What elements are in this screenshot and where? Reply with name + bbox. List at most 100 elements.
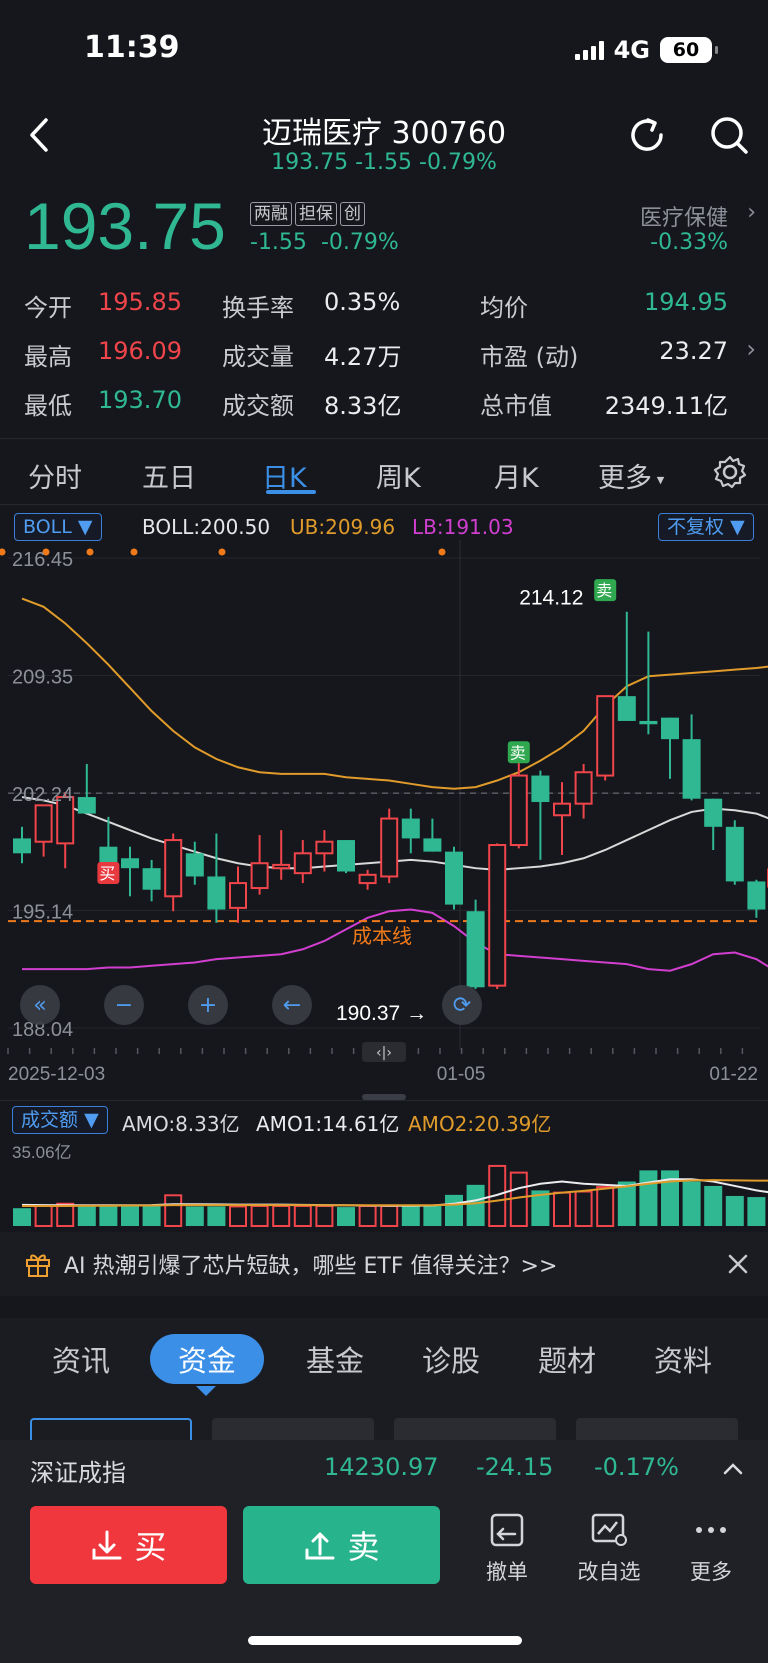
tab-weekly-k[interactable]: 周K xyxy=(376,456,421,495)
status-time: 11:39 xyxy=(84,30,180,65)
info-tabs: 资讯 资金 基金 诊股 题材 资料 xyxy=(0,1318,768,1408)
volume-bar xyxy=(293,1204,312,1227)
divider xyxy=(0,1100,768,1101)
tab-monthly-k[interactable]: 月K xyxy=(494,456,539,495)
x-tick-label: 01-22 xyxy=(709,1064,758,1085)
volume-bar xyxy=(77,1204,96,1226)
tab-news[interactable]: 资讯 xyxy=(52,1338,110,1380)
candle-body xyxy=(185,853,204,877)
settings-gear-icon[interactable] xyxy=(712,454,748,490)
y-tick-label: 195.14 xyxy=(12,902,73,924)
boll-lb-value: LB:191.03 xyxy=(412,515,514,539)
chevron-up-icon[interactable] xyxy=(720,1456,746,1482)
period-tabs: 分时 五日 日K 周K 月K 更多 ▾ xyxy=(0,444,768,504)
indicator-selector[interactable]: BOLL ▼ xyxy=(14,513,102,541)
candle-body xyxy=(358,873,377,885)
volume-bar xyxy=(229,1205,247,1227)
tab-diagnosis[interactable]: 诊股 xyxy=(422,1338,480,1380)
refresh-button[interactable] xyxy=(624,112,670,158)
mcap-label: 总市值 xyxy=(480,392,552,420)
more-button[interactable]: 更多 xyxy=(666,1510,756,1586)
cancel-order-icon xyxy=(490,1513,524,1547)
status-icons: 4G 60 xyxy=(574,36,718,64)
candle-body xyxy=(747,881,766,910)
sub-tabs-strip xyxy=(0,1408,768,1448)
search-button[interactable] xyxy=(706,112,752,158)
volume-indicator-selector[interactable]: 成交额 ▼ xyxy=(12,1106,108,1134)
candle-body xyxy=(250,862,269,890)
tab-profile[interactable]: 资料 xyxy=(654,1338,712,1380)
volume-bar xyxy=(747,1197,766,1226)
candle-body xyxy=(77,797,96,814)
volume-bar xyxy=(380,1204,399,1227)
tab-themes[interactable]: 题材 xyxy=(538,1338,596,1380)
volume-bar xyxy=(121,1205,139,1226)
divider xyxy=(0,504,768,505)
candle-body xyxy=(423,838,442,852)
candle-body xyxy=(488,844,507,987)
sector-link[interactable]: 医疗保健 xyxy=(640,200,728,232)
sell-label: 卖 xyxy=(347,1528,380,1566)
volume-chart[interactable]: 35.06亿 xyxy=(0,1138,768,1228)
candle-body xyxy=(164,839,183,898)
caret-down-icon: ▼ xyxy=(77,516,93,538)
x-tick-label: 2025-12-03 xyxy=(8,1064,105,1085)
turnover-label: 换手率 xyxy=(222,294,294,322)
turnover-value: 0.35% xyxy=(324,288,401,316)
refresh-icon xyxy=(631,118,663,151)
tab-more-label: 更多 xyxy=(598,463,652,494)
open-value: 195.85 xyxy=(98,288,182,316)
tab-capital[interactable]: 资金 xyxy=(150,1334,265,1384)
volume-bar xyxy=(185,1206,204,1226)
candle-body xyxy=(682,739,701,799)
candle-body xyxy=(445,851,463,905)
sell-marker-label: 卖 xyxy=(596,581,612,600)
volume-bar xyxy=(315,1204,334,1227)
buy-button[interactable]: 买 xyxy=(30,1506,227,1584)
scroll-handle-glyph: ‹|› xyxy=(376,1045,392,1061)
more-label: 更多 xyxy=(690,1560,732,1584)
close-icon[interactable] xyxy=(726,1252,750,1276)
nav-glyph: ← xyxy=(283,993,301,1018)
adjust-label: 不复权 xyxy=(667,516,725,538)
sell-marker-label: 卖 xyxy=(510,743,526,762)
tab-more[interactable]: 更多 ▾ xyxy=(598,456,664,495)
volume-bar xyxy=(56,1202,75,1228)
avg-value: 194.95 xyxy=(644,288,728,316)
amo2-value: AMO2:20.39亿 xyxy=(408,1112,552,1136)
amo-value: AMO:8.33亿 xyxy=(122,1112,240,1136)
sell-button[interactable]: 卖 xyxy=(243,1506,440,1584)
cancel-order-button[interactable]: 撤单 xyxy=(462,1510,552,1586)
amo1-value: AMO1:14.61亿 xyxy=(256,1112,400,1136)
tab-five-day[interactable]: 五日 xyxy=(142,456,196,495)
low-label: 最低 xyxy=(24,392,72,420)
edit-watchlist-button[interactable]: 改自选 xyxy=(564,1510,654,1586)
tag-chinext: 创 xyxy=(340,202,365,226)
candle-body xyxy=(229,882,247,909)
change-percent: -0.79% xyxy=(320,230,399,255)
candle-body xyxy=(531,775,550,803)
candle-body xyxy=(337,840,355,872)
y-tick-label: 202.24 xyxy=(12,784,73,806)
candle-body xyxy=(401,818,420,839)
tag-collateral: 担保 xyxy=(295,202,337,226)
high-price-label: 214.12 xyxy=(519,587,583,610)
kline-chart[interactable]: 成本线216.45209.35202.24195.14188.04卖卖买买214… xyxy=(0,540,768,1100)
candle-body xyxy=(725,826,744,882)
active-tab-pointer xyxy=(196,1386,216,1396)
divider xyxy=(0,438,768,439)
volume-bar xyxy=(617,1181,636,1226)
tab-intraday[interactable]: 分时 xyxy=(28,456,82,495)
adjust-selector[interactable]: 不复权 ▼ xyxy=(658,513,754,541)
sector-change: -0.33% xyxy=(650,230,728,255)
tab-funds[interactable]: 基金 xyxy=(306,1338,364,1380)
volume-bar xyxy=(445,1194,463,1226)
change-value: -1.55 xyxy=(250,230,307,255)
volume-bar xyxy=(466,1184,485,1226)
caret-down-icon: ▼ xyxy=(84,1109,99,1131)
volume-bar xyxy=(553,1191,571,1227)
pe-value[interactable]: 23.27 xyxy=(659,337,728,365)
banner-text[interactable]: AI 热潮引爆了芯片短缺，哪些 ETF 值得关注？>> xyxy=(64,1248,557,1280)
sell-arrow-icon xyxy=(305,1532,335,1560)
current-price: 193.75 xyxy=(24,189,226,263)
